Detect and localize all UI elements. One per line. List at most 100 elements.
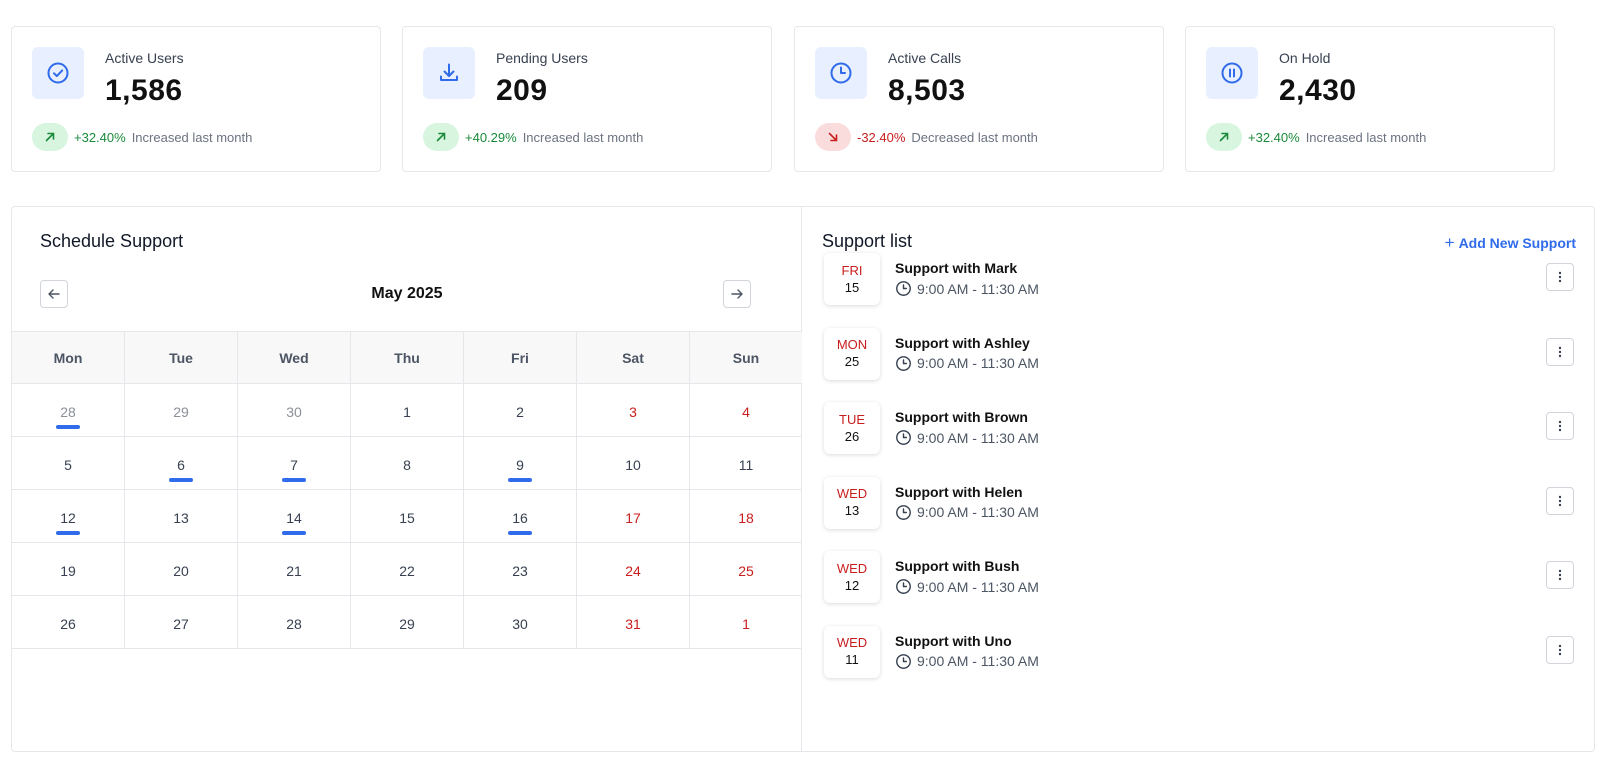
calendar-day[interactable]: 21: [238, 543, 351, 595]
calendar-day[interactable]: 26: [12, 596, 125, 648]
calendar-day[interactable]: 4: [690, 384, 802, 436]
calendar-day[interactable]: 7: [238, 437, 351, 489]
calendar-day-number: 3: [629, 404, 637, 420]
calendar-day[interactable]: 28: [12, 384, 125, 436]
calendar-day-number: 22: [399, 563, 415, 579]
support-item-time-text: 9:00 AM - 11:30 AM: [917, 504, 1039, 520]
more-options-button[interactable]: [1546, 412, 1574, 440]
calendar-day[interactable]: 12: [12, 490, 125, 542]
check-circle-icon: [32, 47, 84, 99]
support-item[interactable]: WED 12 Support with Bush 9:00 AM - 11:30 AM: [824, 551, 1574, 626]
more-options-button[interactable]: [1546, 635, 1574, 664]
date-badge: MON 25: [824, 327, 880, 380]
support-list-panel: Support list + Add New Support FRI 15 Supp…: [802, 207, 1594, 751]
stat-value: 1,586: [105, 74, 183, 107]
more-vertical-icon: [1558, 644, 1562, 655]
calendar-day[interactable]: 10: [577, 437, 690, 489]
calendar-day-number: 17: [625, 510, 641, 526]
support-item-time-text: 9:00 AM - 11:30 AM: [917, 653, 1039, 669]
support-item-time-text: 9:00 AM - 11:30 AM: [917, 355, 1039, 371]
support-item-time: 9:00 AM - 11:30 AM: [895, 653, 1039, 670]
calendar-day[interactable]: 29: [125, 384, 238, 436]
calendar-day[interactable]: 29: [351, 596, 464, 648]
calendar-day[interactable]: 25: [690, 543, 802, 595]
calendar-day[interactable]: 14: [238, 490, 351, 542]
calendar-day-number: 23: [512, 563, 528, 579]
calendar-day-number: 1: [742, 616, 750, 632]
date-badge: FRI 15: [824, 253, 880, 305]
calendar-day[interactable]: 13: [125, 490, 238, 542]
support-item[interactable]: MON 25 Support with Ashley 9:00 AM - 11:30 …: [824, 327, 1574, 403]
clock-icon: [896, 504, 911, 520]
calendar-day[interactable]: 24: [577, 543, 690, 595]
trend-up-icon: [1206, 123, 1242, 151]
calendar-day-number: 15: [399, 510, 415, 526]
calendar-day-number: 27: [173, 616, 189, 632]
calendar-day[interactable]: 5: [12, 437, 125, 489]
stat-card-active-users: Active Users 1,586 +32.40% Increased las…: [11, 26, 381, 172]
calendar-day-number: 25: [738, 563, 754, 579]
calendar-day[interactable]: 2: [464, 384, 577, 436]
calendar-day[interactable]: 1: [690, 596, 802, 648]
calendar-body: 28 29 30 1 2 3 4 5 6 7 8 9 10 11 12 13 14 15 16 17 18 19 20 21 2…: [12, 384, 802, 649]
calendar-day[interactable]: 3: [577, 384, 690, 436]
date-badge-day: TUE: [839, 411, 865, 427]
calendar: Schedule Support May 2025 Mon Tue Wed Thu Fr…: [12, 207, 802, 751]
calendar-day[interactable]: 27: [125, 596, 238, 648]
stat-card-on-hold: On Hold 2,430 +32.40% Increased last mon…: [1185, 26, 1555, 172]
calendar-day[interactable]: 11: [690, 437, 802, 489]
calendar-day-number: 5: [64, 457, 72, 473]
calendar-day-number: 13: [173, 510, 189, 526]
calendar-day[interactable]: 8: [351, 437, 464, 489]
clock-icon: [896, 281, 911, 296]
calendar-day[interactable]: 20: [125, 543, 238, 595]
calendar-week-row: 28 29 30 1 2 3 4: [12, 384, 802, 437]
calendar-day[interactable]: 28: [238, 596, 351, 648]
calendar-day[interactable]: 30: [238, 384, 351, 436]
support-item[interactable]: WED 11 Support with Uno 9:00 AM - 11:30 AM: [824, 625, 1574, 701]
date-badge-day: WED: [836, 635, 868, 650]
support-item[interactable]: TUE 26 Support with Brown 9:00 AM - 11:30 A…: [824, 402, 1574, 477]
support-item[interactable]: FRI 15 Support with Mark 9:00 AM - 11:30 AM: [824, 253, 1574, 328]
event-indicator: [508, 531, 532, 535]
calendar-day[interactable]: 31: [577, 596, 690, 648]
stats-row: Active Users 1,586 +32.40% Increased las…: [11, 26, 1595, 172]
calendar-day[interactable]: 23: [464, 543, 577, 595]
prev-month-button[interactable]: [40, 280, 68, 308]
calendar-day-number: 30: [286, 404, 302, 420]
date-badge-date: 15: [844, 279, 860, 295]
calendar-day[interactable]: 19: [12, 543, 125, 595]
calendar-day-number: 1: [403, 404, 411, 420]
support-item-name: Support with Helen: [895, 483, 1023, 500]
more-options-button[interactable]: [1546, 486, 1574, 515]
clock-icon: [896, 579, 911, 594]
trend-percent: -32.40%: [857, 129, 906, 145]
more-options-button[interactable]: [1546, 263, 1574, 291]
more-options-button[interactable]: [1546, 561, 1574, 589]
date-badge: WED 13: [824, 476, 880, 529]
calendar-day-number: 29: [399, 616, 415, 632]
date-badge: WED 12: [824, 551, 880, 603]
clock-icon: [896, 653, 911, 669]
calendar-day[interactable]: 30: [464, 596, 577, 648]
trend-up-icon: [423, 123, 459, 151]
calendar-day[interactable]: 6: [125, 437, 238, 489]
support-item[interactable]: WED 13 Support with Helen 9:00 AM - 11:30 A…: [824, 476, 1574, 552]
calendar-day[interactable]: 9: [464, 437, 577, 489]
more-options-button[interactable]: [1546, 337, 1574, 366]
support-list: FRI 15 Support with Mark 9:00 AM - 11:30 AM…: [824, 253, 1574, 700]
add-new-support-button[interactable]: + Add New Support: [1445, 233, 1576, 253]
calendar-week-row: 26 27 28 29 30 31 1: [12, 596, 802, 649]
calendar-day[interactable]: 16: [464, 490, 577, 542]
calendar-day[interactable]: 17: [577, 490, 690, 542]
calendar-day[interactable]: 1: [351, 384, 464, 436]
more-vertical-icon: [1558, 271, 1562, 283]
next-month-button[interactable]: [723, 280, 751, 308]
calendar-day[interactable]: 18: [690, 490, 802, 542]
calendar-day[interactable]: 22: [351, 543, 464, 595]
calendar-day-number: 30: [512, 616, 528, 632]
stat-value: 8,503: [888, 74, 966, 107]
clock-icon: [896, 355, 911, 371]
calendar-day[interactable]: 15: [351, 490, 464, 542]
calendar-day-number: 26: [60, 616, 76, 632]
